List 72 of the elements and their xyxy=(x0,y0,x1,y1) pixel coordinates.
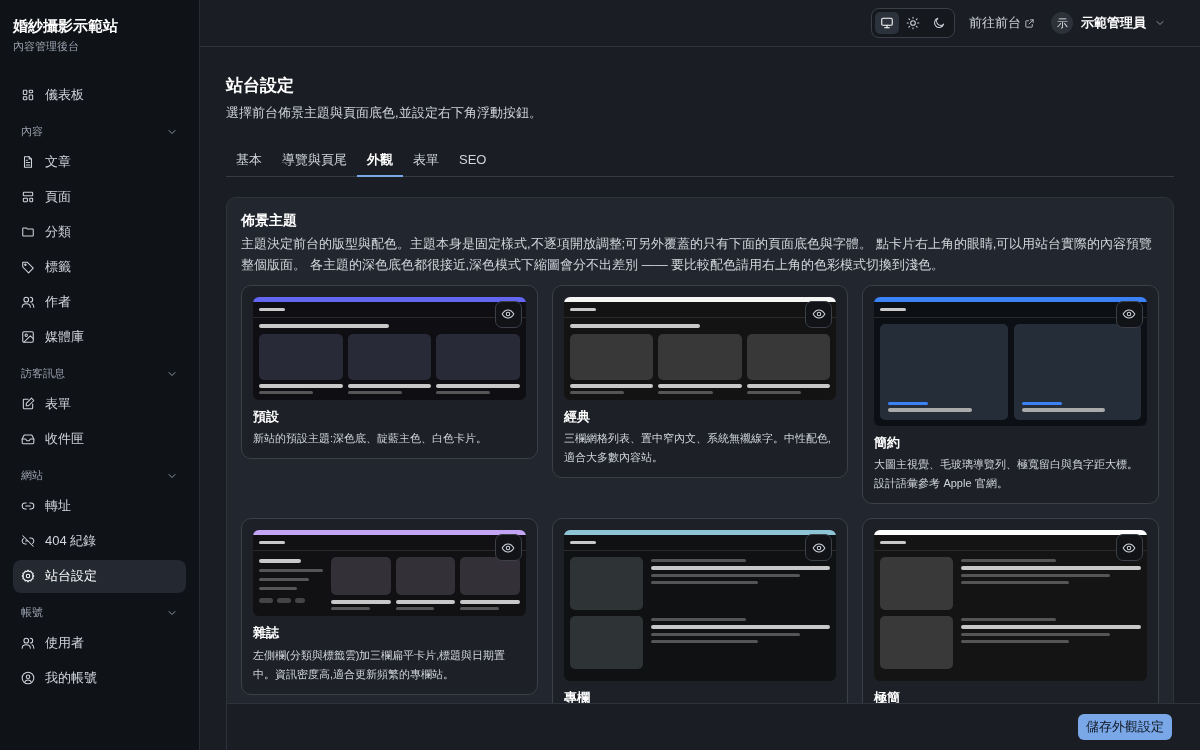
sidebar-item[interactable]: 站台設定 xyxy=(13,559,186,593)
theme-description: 左側欄(分類與標籤雲)加三欄扁平卡片,標題與日期置中。資訊密度高,適合更新頻繁的專欄站。 xyxy=(253,647,507,682)
section-heading[interactable]: 訪客訊息 xyxy=(13,359,186,388)
theme-description: 新站的預設主題:深色底、靛藍主色、白色卡片。 xyxy=(253,431,489,446)
theme-name: 簡約 xyxy=(874,433,902,452)
users-icon xyxy=(21,636,35,650)
user-icon xyxy=(21,671,35,685)
page-description: 選擇前台佈景主題與頁面底色,並設定右下角浮動按鈕。 xyxy=(226,104,543,122)
external-link-icon xyxy=(1024,17,1035,29)
folder-icon xyxy=(21,225,35,239)
theme-description: 大圖主視覺、毛玻璃導覽列、極寬留白與負字距大標。設計語彙參考 Apple 官網。 xyxy=(874,457,1140,491)
user-name: 示範管理員 xyxy=(1081,14,1146,33)
eye-icon xyxy=(501,540,516,555)
sidebar-item[interactable]: 轉址 xyxy=(13,489,186,523)
sun-icon xyxy=(906,16,920,30)
sidebar-item[interactable]: 儀表板 xyxy=(13,78,186,112)
theme-card[interactable]: 預設 新站的預設主題:深色底、靛藍主色、白色卡片。 xyxy=(241,284,538,459)
sidebar-item[interactable]: 文章 xyxy=(13,145,186,179)
theme-card[interactable]: 簡約 大圖主視覺、毛玻璃導覽列、極寬留白與負字距大標。設計語彙參考 Apple 官網。 xyxy=(862,284,1159,504)
eye-icon xyxy=(1122,307,1137,321)
grid-icon xyxy=(21,88,35,102)
sidebar-item[interactable]: 表單 xyxy=(13,387,186,421)
save-button[interactable]: 儲存外觀設定 xyxy=(1078,714,1172,740)
theme-name: 經典 xyxy=(563,407,591,426)
panel-description: 主題決定前台的版型與配色。主題本身是固定樣式,不逐項開放調整;可另外覆蓋的只有下面的頁面底色與字體。 點卡片右上角的眼睛,可以用站台實際的內容預覽整個版面。 各主題的深色底色都很接近,深色模式下縮圖會分不出差別 —— 要比較配色請用右上角的色彩模式切換到淺色。 xyxy=(241,234,1154,274)
section-heading[interactable]: 帳號 xyxy=(13,598,186,627)
sidebar-item[interactable]: 404 紀錄 xyxy=(13,524,186,558)
tag-icon xyxy=(21,260,35,274)
moon-icon xyxy=(932,16,946,30)
theme-mode-button[interactable] xyxy=(875,12,899,34)
eye-icon xyxy=(1122,540,1137,555)
sidebar-item[interactable]: 頁面 xyxy=(13,180,186,214)
sidebar-item[interactable]: 我的帳號 xyxy=(13,661,186,695)
sidebar-item[interactable]: 分類 xyxy=(13,215,186,249)
tab[interactable]: SEO xyxy=(449,144,497,177)
frontend-link[interactable]: 前往前台 xyxy=(969,13,1035,33)
section-heading[interactable]: 網站 xyxy=(13,461,186,490)
inbox-icon xyxy=(21,432,35,446)
theme-description: 三欄網格列表、置中窄內文、系統無襯線字。中性配色,適合大多數內容站。 xyxy=(563,431,832,465)
sidebar-item[interactable]: 使用者 xyxy=(13,626,186,660)
theme-card[interactable]: 經典 三欄網格列表、置中窄內文、系統無襯線字。中性配色,適合大多數內容站。 xyxy=(551,284,849,478)
theme-name: 預設 xyxy=(253,407,280,426)
eye-icon xyxy=(811,540,826,555)
layout-icon xyxy=(21,190,35,204)
monitor-icon xyxy=(880,16,894,30)
tab[interactable]: 導覽與頁尾 xyxy=(272,144,357,177)
sidebar-item[interactable]: 作者 xyxy=(13,285,186,319)
panel-title: 佈景主題 xyxy=(241,210,298,230)
site-name: 婚紗攝影示範站 xyxy=(13,16,119,36)
section-heading[interactable]: 內容 xyxy=(13,117,186,146)
users-icon xyxy=(21,295,35,309)
theme-name: 雜誌 xyxy=(253,624,280,642)
eye-icon xyxy=(501,307,516,321)
site-subtitle: 內容管理後台 xyxy=(13,39,80,54)
link-icon xyxy=(21,499,35,513)
eye-icon xyxy=(811,307,826,321)
theme-card[interactable]: 雜誌 左側欄(分類與標籤雲)加三欄扁平卡片,標題與日期置中。資訊密度高,適合更新頻繁的專欄站。 xyxy=(241,518,538,695)
sidebar-item[interactable]: 收件匣 xyxy=(13,422,186,456)
tab[interactable]: 基本 xyxy=(226,144,272,177)
edit-icon xyxy=(21,397,35,411)
document-icon xyxy=(21,155,35,169)
page-title: 站台設定 xyxy=(226,75,295,97)
preview-button[interactable] xyxy=(805,534,833,561)
sidebar-item[interactable]: 媒體庫 xyxy=(13,320,186,354)
user-menu[interactable]: 示 示範管理員 xyxy=(1051,12,1166,34)
avatar: 示 xyxy=(1051,12,1073,34)
image-icon xyxy=(21,330,35,344)
sidebar-item[interactable]: 標籤 xyxy=(13,250,186,284)
broken-link-icon xyxy=(21,534,35,548)
tab[interactable]: 外觀 xyxy=(357,144,403,177)
tab[interactable]: 表單 xyxy=(403,144,449,177)
settings-icon xyxy=(21,569,35,583)
